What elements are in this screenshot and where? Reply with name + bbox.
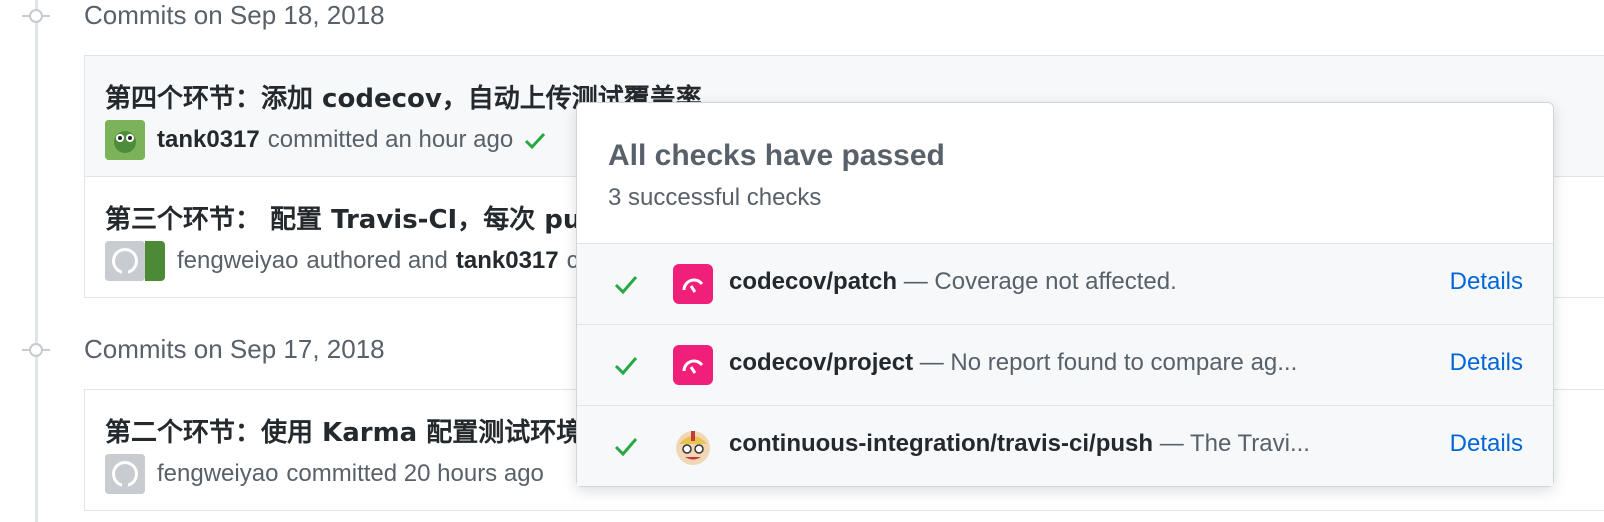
commit-meta: fengweiyao authored and tank0317 c [105, 241, 579, 281]
check-description: — Coverage not affected. [903, 268, 1177, 295]
avatar-stack[interactable] [105, 241, 165, 281]
commit-action-text: authored and [306, 247, 448, 274]
check-row: codecov/project — No report found to com… [577, 325, 1553, 406]
commit-author-link[interactable]: fengweiyao [177, 247, 298, 275]
check-icon [613, 433, 639, 459]
timeline-node-icon [22, 9, 50, 23]
commit-author-link[interactable]: tank0317 [157, 126, 260, 154]
codecov-icon [673, 264, 713, 304]
check-row: continuous-integration/travis-ci/push — … [577, 406, 1553, 486]
commit-committer-link[interactable]: tank0317 [456, 247, 559, 275]
commit-author-link[interactable]: fengweiyao [157, 460, 278, 488]
avatar [145, 241, 165, 281]
avatar[interactable] [105, 120, 145, 160]
details-link[interactable]: Details [1450, 430, 1523, 458]
check-name: continuous-integration/travis-ci/push [729, 430, 1154, 457]
commit-group-heading: Commits on Sep 17, 2018 [84, 334, 385, 364]
check-name: codecov/project [729, 349, 914, 376]
timeline-line [35, 0, 38, 522]
check-name: codecov/patch [729, 268, 898, 295]
check-description: — No report found to compare ag... [919, 349, 1298, 376]
commit-action-text: committed 20 hours ago [286, 460, 544, 487]
check-icon [613, 271, 639, 297]
popover-header: All checks have passed 3 successful chec… [577, 103, 1553, 244]
check-label: codecov/patch — Coverage not affected. [729, 268, 1177, 296]
details-link[interactable]: Details [1450, 268, 1523, 296]
check-label: codecov/project — No report found to com… [729, 349, 1297, 377]
check-description: — The Travi... [1159, 430, 1310, 457]
commit-title-link[interactable]: 第三个环节： 配置 Travis-CI，每次 pu [105, 199, 581, 236]
codecov-icon [673, 345, 713, 385]
popover-subtitle: 3 successful checks [608, 184, 822, 211]
commit-group-heading: Commits on Sep 18, 2018 [84, 0, 385, 30]
timeline-node-icon [22, 343, 50, 357]
github-avatar-icon [105, 241, 145, 281]
commit-meta: fengweiyao committed 20 hours ago [105, 454, 544, 494]
check-icon[interactable] [523, 128, 547, 152]
commit-action-text: committed an hour ago [267, 126, 514, 153]
popover-title: All checks have passed [608, 139, 945, 172]
check-icon [613, 352, 639, 378]
github-avatar-icon[interactable] [105, 454, 145, 494]
travis-icon [673, 426, 713, 466]
commit-meta: tank0317 committed an hour ago [105, 120, 547, 160]
commit-title-link[interactable]: 第二个环节：使用 Karma 配置测试环境 [105, 412, 582, 449]
details-link[interactable]: Details [1450, 349, 1523, 377]
checks-popover: All checks have passed 3 successful chec… [576, 102, 1554, 487]
check-label: continuous-integration/travis-ci/push — … [729, 430, 1310, 458]
check-row: codecov/patch — Coverage not affected. D… [577, 244, 1553, 325]
